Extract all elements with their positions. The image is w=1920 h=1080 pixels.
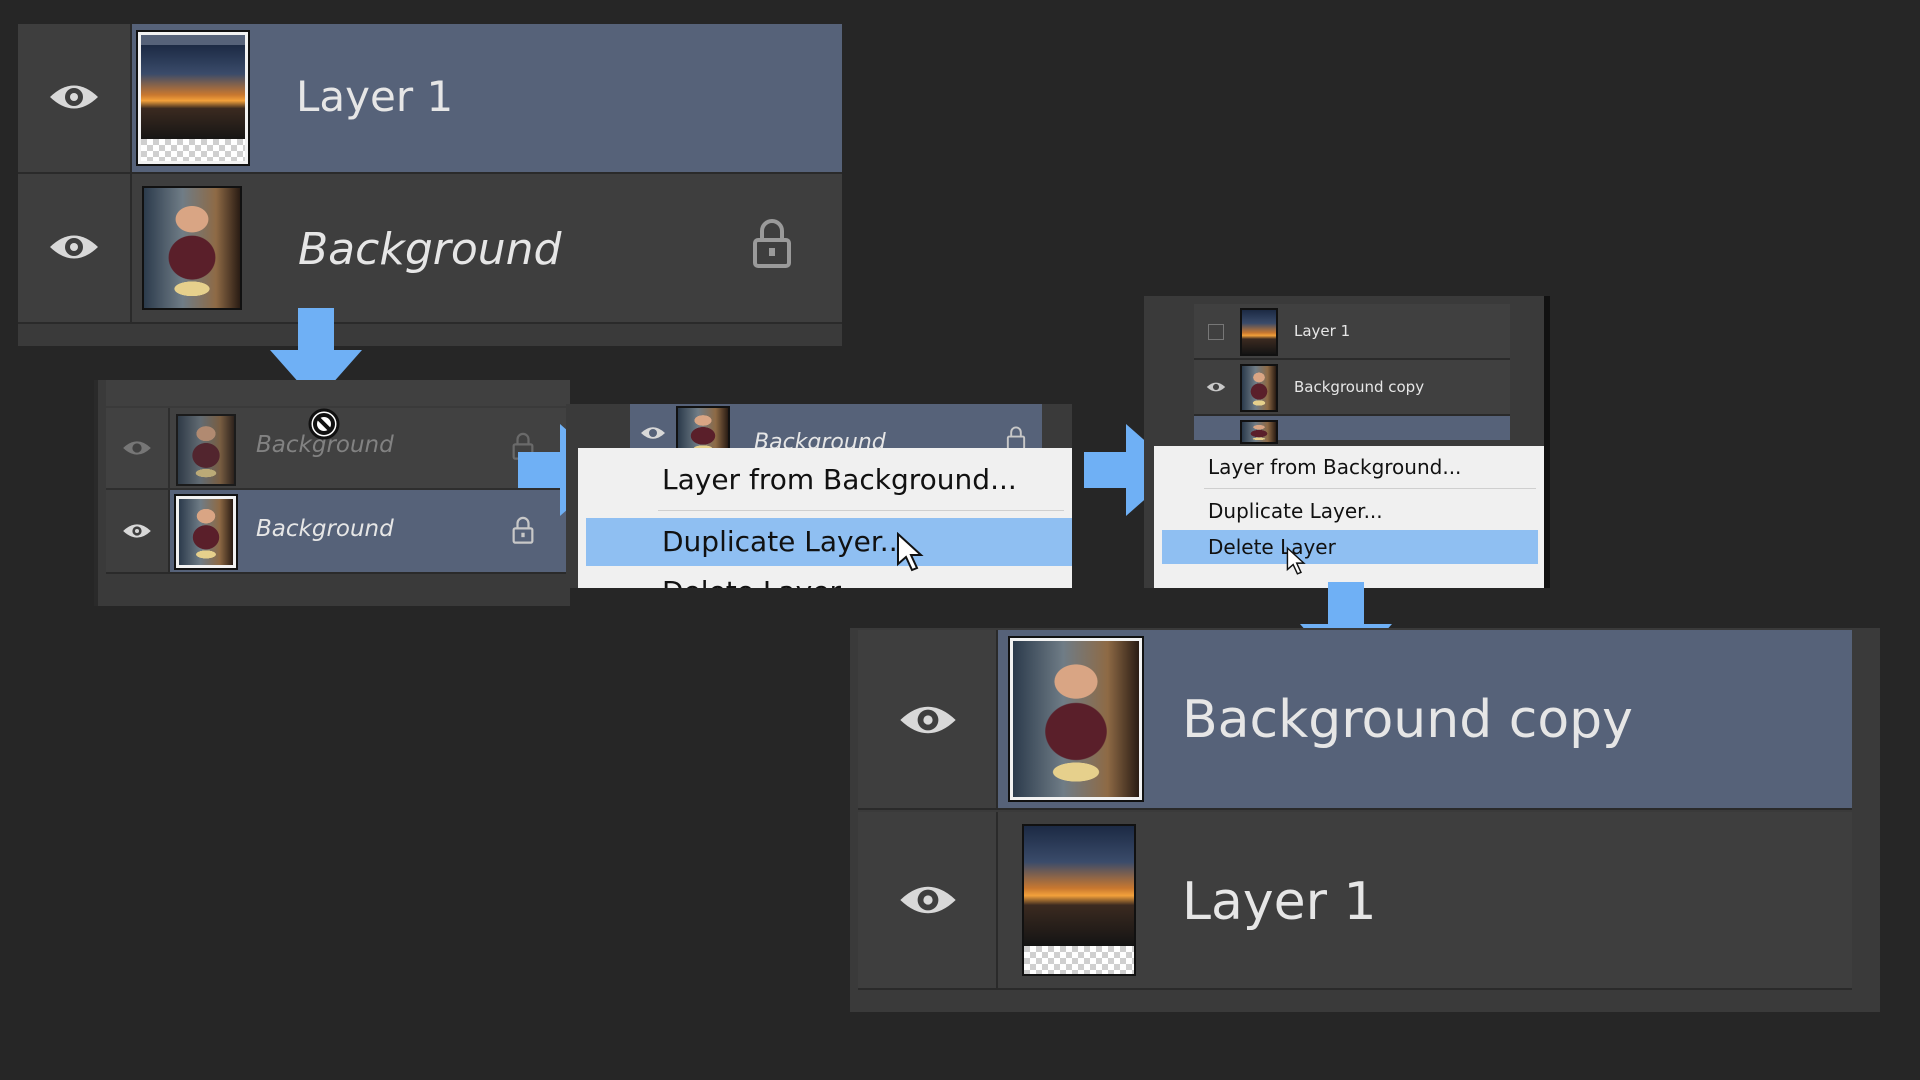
layer-thumbnail [176, 414, 236, 486]
layers-panel-delete: Layer 1 Background copy Layer from Backg… [1144, 296, 1550, 588]
lock-icon [753, 219, 791, 268]
visibility-checkbox[interactable] [1208, 324, 1224, 340]
layer-thumbnail [1022, 824, 1136, 976]
eye-icon[interactable] [898, 700, 958, 740]
layer-row-background-copy[interactable]: Background copy [858, 630, 1852, 810]
cursor-arrow-icon [1286, 546, 1306, 575]
layers-panel-after: Background copy Layer 1 [850, 628, 1880, 1012]
layer-thumbnail [136, 30, 250, 166]
eye-icon[interactable] [122, 521, 152, 541]
layer-name[interactable]: Layer 1 [1294, 322, 1350, 340]
layer-name[interactable]: Layer 1 [1182, 872, 1377, 932]
layer-row-background[interactable]: Background [630, 404, 1042, 458]
layer-name[interactable]: Background copy [1182, 690, 1633, 750]
layer-thumbnail [1240, 364, 1278, 412]
visibility-cell[interactable] [18, 174, 132, 322]
menu-item-duplicate-layer[interactable]: Duplicate Layer... [1154, 496, 1544, 526]
context-menu: Layer from Background... Duplicate Layer… [578, 448, 1072, 588]
layer-name[interactable]: Background copy [1294, 378, 1424, 396]
menu-item-delete-layer[interactable]: Delete Layer [1162, 530, 1538, 564]
layer-thumbnail [1240, 420, 1278, 444]
not-allowed-icon [308, 408, 340, 440]
layer-thumbnail [1008, 636, 1144, 802]
visibility-cell[interactable] [858, 630, 998, 808]
lock-icon [1006, 426, 1026, 450]
eye-icon[interactable] [48, 80, 100, 114]
eye-icon[interactable] [898, 880, 958, 920]
layer-row-layer-1[interactable]: Layer 1 [1194, 304, 1510, 360]
panel-toolbar [106, 380, 570, 406]
menu-item-duplicate-layer[interactable]: Duplicate Layer... [586, 518, 1072, 566]
cursor-arrow-icon [897, 532, 924, 572]
menu-item-layer-from-background[interactable]: Layer from Background... [578, 460, 1072, 500]
eye-icon[interactable] [640, 424, 666, 442]
eye-icon [123, 441, 151, 455]
lock-icon [512, 516, 534, 544]
menu-item-delete-layer[interactable]: Delete Layer [578, 572, 1072, 588]
context-menu: Layer from Background... Duplicate Layer… [1154, 446, 1544, 588]
layer-row-layer-1[interactable]: Layer 1 [18, 24, 842, 174]
layer-row-background-copy[interactable]: Background copy [1194, 360, 1510, 416]
menu-item-layer-from-background[interactable]: Layer from Background... [1154, 452, 1544, 482]
layers-panel-drag: Background Background [94, 380, 570, 606]
layer-row-background[interactable]: Background [18, 174, 842, 324]
eye-icon[interactable] [1206, 380, 1226, 394]
visibility-cell[interactable] [858, 812, 998, 988]
layer-thumbnail [174, 494, 238, 570]
layer-thumbnail [142, 186, 242, 310]
layer-name[interactable]: Background [256, 516, 394, 542]
layer-row-background[interactable] [1194, 416, 1510, 444]
eye-icon[interactable] [48, 230, 100, 264]
layer-name[interactable]: Layer 1 [296, 72, 453, 121]
layers-panel-before: Layer 1 Background [18, 24, 842, 346]
layers-panel-menu-context: Background Layer from Background... Dupl… [566, 404, 1072, 588]
layer-row-layer-1[interactable]: Layer 1 [858, 812, 1852, 990]
layer-name[interactable]: Background [298, 224, 561, 275]
layer-thumbnail [1240, 308, 1278, 356]
visibility-cell[interactable] [18, 24, 132, 172]
layer-row-background[interactable]: Background [106, 490, 570, 574]
